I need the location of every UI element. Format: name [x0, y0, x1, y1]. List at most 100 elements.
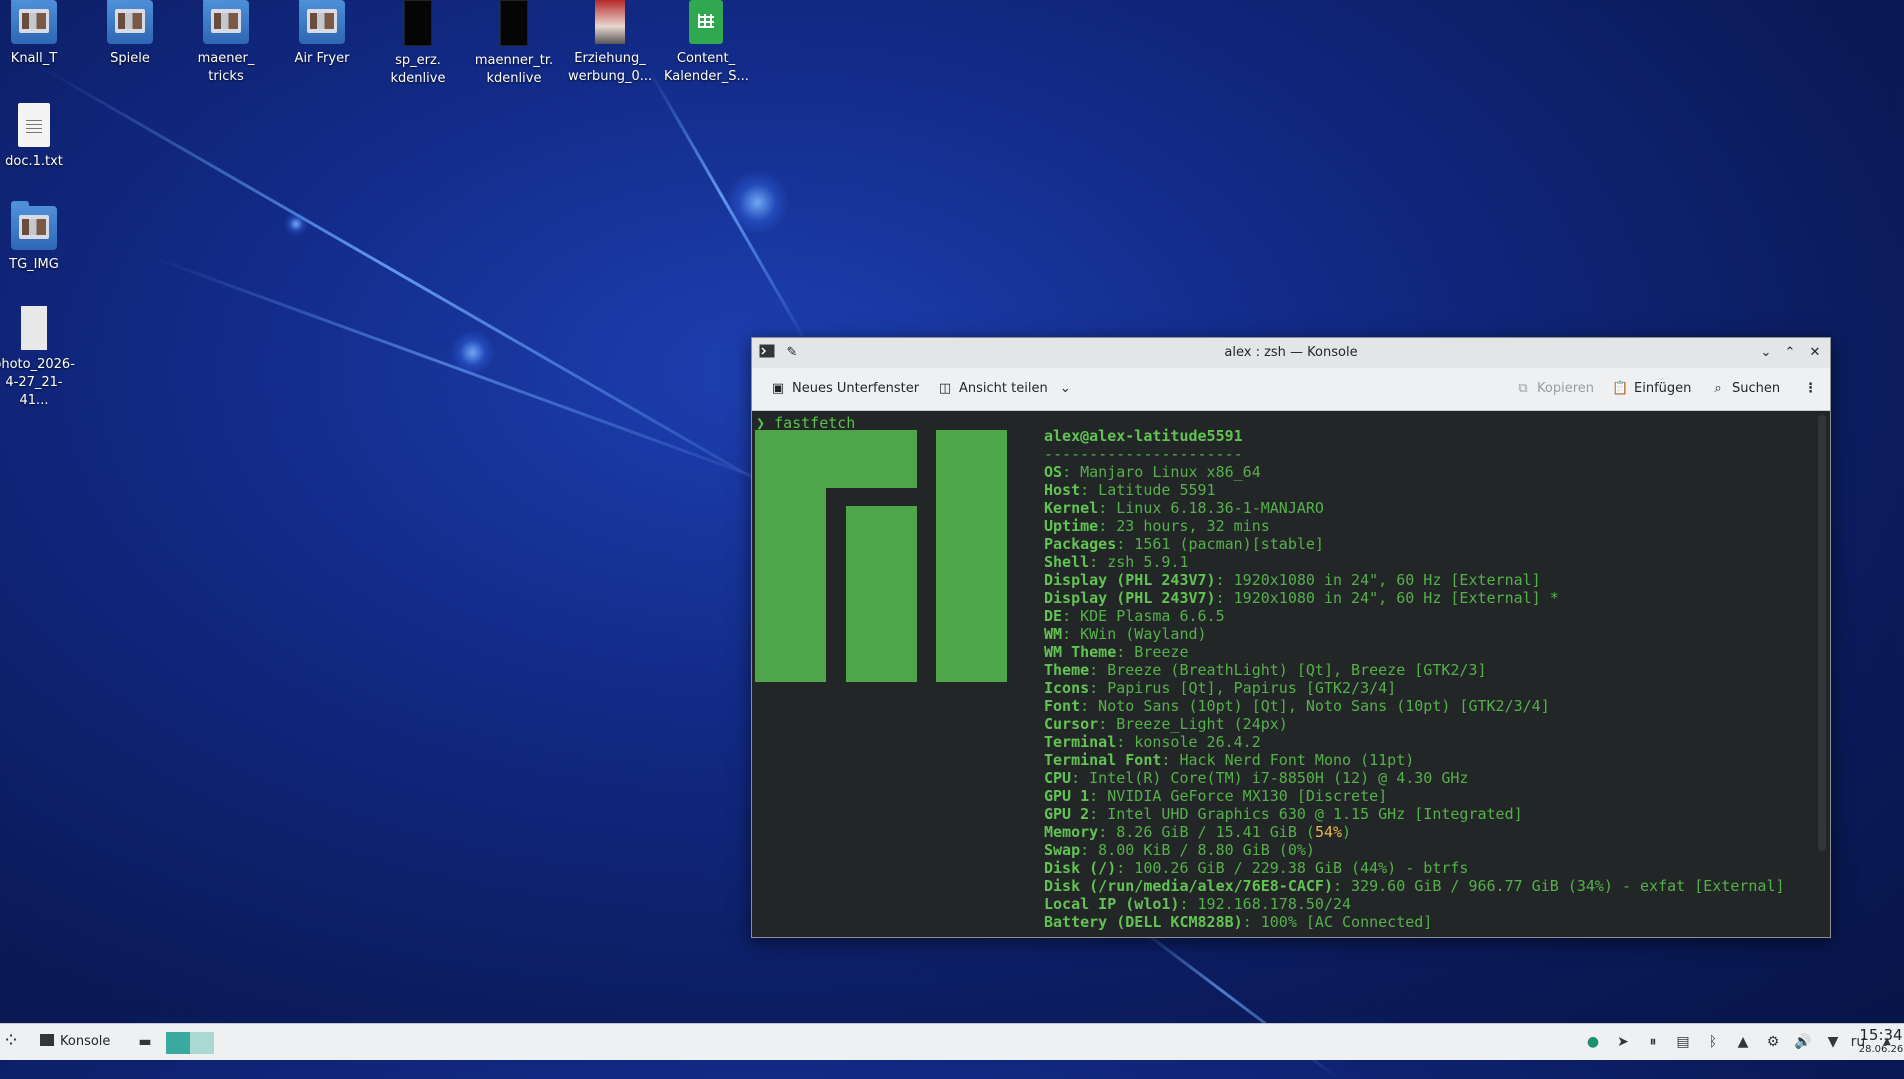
wallpaper-streak: [39, 65, 821, 518]
window-titlebar[interactable]: ✎ alex : zsh — Konsole ⌄ ⌃ ✕: [752, 338, 1830, 368]
fastfetch-value: : Papirus [Qt], Papirus [GTK2/3/4]: [1089, 679, 1397, 697]
copy-label: Kopieren: [1537, 381, 1594, 396]
fastfetch-key: Display (PHL 243V7): [1044, 589, 1216, 607]
search-button[interactable]: ⌕ Suchen: [1710, 380, 1780, 400]
fastfetch-value: : Breeze: [1116, 643, 1189, 661]
fastfetch-user-host: alex@alex-latitude5591: [1044, 427, 1243, 445]
paste-button[interactable]: 📋 Einfügen: [1612, 380, 1691, 400]
desktop-file-erziehung-werbung[interactable]: Erziehung_ werbung_0...: [562, 0, 658, 86]
folder-icon: [11, 0, 57, 44]
wifi-icon[interactable]: ▼: [1824, 1033, 1842, 1051]
settings-icon[interactable]: ⚙: [1764, 1033, 1782, 1051]
wallpaper-glow: [450, 330, 495, 375]
fastfetch-value: : KDE Plasma 6.6.5: [1062, 607, 1225, 625]
fastfetch-line: Host: Latitude 5591: [1044, 481, 1785, 499]
desktop-folder-air-fryer[interactable]: Air Fryer: [274, 0, 370, 68]
fastfetch-value: : Breeze_Light (24px): [1098, 715, 1288, 733]
terminal-area[interactable]: ❯ fastfetch alex@alex-latitude5591 ------…: [752, 411, 1830, 937]
desktop-icon-label: Content_ Kalender_S...: [664, 51, 749, 84]
konsole-window[interactable]: ✎ alex : zsh — Konsole ⌄ ⌃ ✕ ▣ Neues Unte…: [751, 337, 1831, 938]
desktop-file-sp-erz-kdenlive[interactable]: sp_erz. kdenlive: [370, 0, 466, 88]
video-file-icon: [500, 0, 528, 46]
clock-date: 28.06.26: [1858, 1044, 1904, 1055]
update-notifier-icon[interactable]: ●: [1584, 1033, 1602, 1051]
kebab-menu-icon: ⋮: [1804, 381, 1817, 396]
desktop-file-maenner-tr-kdenlive[interactable]: maenner_tr. kdenlive: [466, 0, 562, 88]
split-view-label: Ansicht teilen: [959, 381, 1048, 396]
fastfetch-key: DE: [1044, 607, 1063, 625]
desktop-icon-label: Air Fryer: [294, 51, 350, 66]
notifications-icon[interactable]: ▲: [1734, 1033, 1752, 1051]
folder-icon: [107, 0, 153, 44]
text-file-icon: [18, 103, 50, 147]
maximize-button[interactable]: ⌃: [1780, 343, 1800, 363]
task-konsole[interactable]: Konsole: [40, 1032, 110, 1052]
desktop-folder-spiele[interactable]: Spiele: [82, 0, 178, 68]
new-tab-label: Neues Unterfenster: [792, 381, 920, 396]
fastfetch-line: Disk (/run/media/alex/76E8-CACF): 329.60…: [1044, 877, 1785, 895]
fastfetch-value: : Noto Sans (10pt) [Qt], Noto Sans (10pt…: [1080, 697, 1550, 715]
fastfetch-line: Display (PHL 243V7): 1920x1080 in 24", 6…: [1044, 571, 1785, 589]
split-view-button[interactable]: ◫ Ansicht teilen ⌄: [937, 380, 1071, 400]
desktop-file-doc-1-txt[interactable]: doc.1.txt: [0, 103, 82, 171]
desktop-icon-label: doc.1.txt: [5, 154, 63, 169]
fastfetch-key: WM: [1044, 625, 1063, 643]
fastfetch-line: OS: Manjaro Linux x86_64: [1044, 463, 1785, 481]
menu-button[interactable]: ⋮: [1804, 380, 1817, 400]
fastfetch-key: Disk (/): [1044, 859, 1117, 877]
fastfetch-line: Font: Noto Sans (10pt) [Qt], Noto Sans (…: [1044, 697, 1785, 715]
fastfetch-value: : NVIDIA GeForce MX130 [Discrete]: [1089, 787, 1388, 805]
telegram-icon[interactable]: ➤: [1614, 1033, 1632, 1051]
fastfetch-value: : zsh 5.9.1: [1089, 553, 1189, 571]
image-file-icon: [21, 306, 47, 350]
fastfetch-key: Kernel: [1044, 499, 1099, 517]
window-title: alex : zsh — Konsole: [1224, 345, 1358, 360]
fastfetch-line: Uptime: 23 hours, 32 mins: [1044, 517, 1785, 535]
minimize-button[interactable]: ⌄: [1756, 343, 1776, 363]
fastfetch-line: CPU: Intel(R) Core(TM) i7-8850H (12) @ 4…: [1044, 769, 1785, 787]
search-label: Suchen: [1732, 381, 1781, 396]
fastfetch-value: : 100% [AC Connected]: [1242, 913, 1433, 931]
fastfetch-value: : Intel UHD Graphics 630 @ 1.15 GHz [Int…: [1089, 805, 1523, 823]
fastfetch-key: Cursor: [1044, 715, 1099, 733]
fastfetch-value-tail: ): [1342, 823, 1352, 841]
fastfetch-value: : 329.60 GiB / 966.77 GiB (34%) - exfat …: [1332, 877, 1785, 895]
clipboard-icon[interactable]: ▤: [1674, 1033, 1692, 1051]
pager-widget[interactable]: [166, 1032, 214, 1054]
copy-button[interactable]: ⧉ Kopieren: [1515, 380, 1594, 400]
show-desktop-icon[interactable]: ▬: [136, 1033, 154, 1051]
new-tab-icon: ▣: [771, 381, 785, 396]
fastfetch-key: OS: [1044, 463, 1063, 481]
fastfetch-line: Disk (/): 100.26 GiB / 229.38 GiB (44%) …: [1044, 859, 1785, 877]
desktop-folder-knall-t[interactable]: Knall_T: [0, 0, 82, 68]
desktop-file-content-kalender[interactable]: Content_ Kalender_S...: [658, 0, 754, 86]
image-file-icon: [595, 0, 625, 44]
fastfetch-line: Swap: 8.00 KiB / 8.80 GiB (0%): [1044, 841, 1785, 859]
fastfetch-line: GPU 1: NVIDIA GeForce MX130 [Discrete]: [1044, 787, 1785, 805]
application-launcher-icon[interactable]: ⁘: [2, 1030, 20, 1050]
desktop-folder-tg-img[interactable]: TG_IMG: [0, 201, 82, 274]
fastfetch-value: : 100.26 GiB / 229.38 GiB (44%) - btrfs: [1116, 859, 1469, 877]
fastfetch-key: Local IP (wlo1): [1044, 895, 1180, 913]
fastfetch-value: : konsole 26.4.2: [1116, 733, 1261, 751]
fastfetch-key: GPU 2: [1044, 805, 1090, 823]
new-tab-button[interactable]: ▣ Neues Unterfenster: [770, 380, 919, 400]
bluetooth-icon[interactable]: ᛒ: [1704, 1033, 1722, 1051]
chevron-down-icon[interactable]: ⌄: [1060, 381, 1071, 396]
desktop-file-photo[interactable]: photo_2026- 4-27_21-41...: [0, 306, 82, 410]
fastfetch-line: Display (PHL 243V7): 1920x1080 in 24", 6…: [1044, 589, 1785, 607]
pause-icon[interactable]: ⏸: [1644, 1033, 1662, 1051]
task-konsole-label: Konsole: [60, 1034, 111, 1049]
volume-icon[interactable]: 🔊: [1794, 1033, 1812, 1051]
close-button[interactable]: ✕: [1805, 343, 1825, 363]
desktop-icon-label: maener_ tricks: [197, 51, 255, 84]
fastfetch-separator: ----------------------: [1044, 445, 1243, 463]
clock-display[interactable]: 15:34 28.06.26: [1858, 1024, 1904, 1060]
fastfetch-key: Font: [1044, 697, 1081, 715]
paste-icon: 📋: [1612, 381, 1629, 396]
terminal-scrollbar[interactable]: [1818, 415, 1826, 851]
fastfetch-value: : Breeze (BreathLight) [Qt], Breeze [GTK…: [1089, 661, 1487, 679]
manjaro-logo-block: [755, 430, 826, 682]
desktop-folder-maener-tricks[interactable]: maener_ tricks: [178, 0, 274, 86]
video-file-icon: [404, 0, 432, 46]
